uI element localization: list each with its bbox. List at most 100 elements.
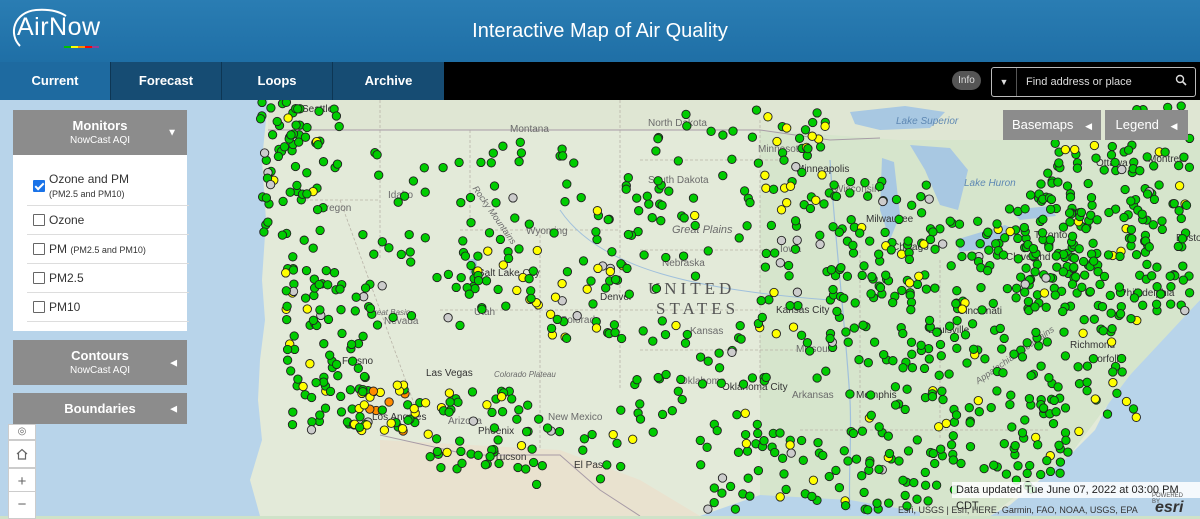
monitor-marker[interactable] <box>732 410 742 420</box>
monitor-marker[interactable] <box>761 248 771 259</box>
monitor-marker[interactable] <box>1085 286 1095 297</box>
monitor-marker[interactable] <box>1013 254 1023 264</box>
monitor-marker[interactable] <box>372 320 383 330</box>
monitor-marker[interactable] <box>1142 152 1152 162</box>
monitor-marker[interactable] <box>986 402 996 413</box>
monitor-marker[interactable] <box>1106 150 1117 160</box>
monitor-marker[interactable] <box>1069 253 1080 263</box>
monitor-marker[interactable] <box>920 480 931 490</box>
monitor-marker[interactable] <box>1083 178 1093 189</box>
monitor-marker[interactable] <box>501 301 511 311</box>
monitor-marker[interactable] <box>1089 256 1099 266</box>
monitor-marker[interactable] <box>1088 354 1099 364</box>
monitor-marker[interactable] <box>1045 235 1055 245</box>
monitor-marker[interactable] <box>902 384 912 394</box>
monitor-marker[interactable] <box>733 447 744 457</box>
monitor-marker[interactable] <box>456 272 466 283</box>
monitor-marker[interactable] <box>779 155 789 165</box>
monitor-marker[interactable] <box>384 243 394 253</box>
monitor-marker[interactable] <box>932 327 942 337</box>
monitor-marker[interactable] <box>1054 158 1064 168</box>
monitor-marker[interactable] <box>1001 469 1012 479</box>
monitor-marker[interactable] <box>281 286 291 296</box>
monitor-marker[interactable] <box>874 422 884 432</box>
monitor-marker[interactable] <box>948 455 958 465</box>
monitor-marker[interactable] <box>912 279 923 290</box>
monitor-marker[interactable] <box>494 458 504 469</box>
monitor-marker[interactable] <box>377 281 387 291</box>
monitor-marker[interactable] <box>473 275 484 286</box>
monitor-marker[interactable] <box>690 271 701 281</box>
monitor-marker[interactable] <box>277 230 288 240</box>
monitor-marker[interactable] <box>392 380 402 390</box>
monitor-marker[interactable] <box>1120 184 1130 195</box>
monitor-marker[interactable] <box>1174 206 1184 216</box>
monitor-marker[interactable] <box>350 306 360 316</box>
checkbox-ozone-pm[interactable] <box>33 180 45 192</box>
monitor-marker[interactable] <box>848 248 859 258</box>
monitor-marker[interactable] <box>335 284 345 294</box>
monitor-marker[interactable] <box>900 490 910 501</box>
monitor-marker[interactable] <box>1126 225 1137 235</box>
monitor-marker[interactable] <box>857 471 867 481</box>
monitor-marker[interactable] <box>920 467 930 478</box>
monitor-marker[interactable] <box>828 284 838 295</box>
monitor-marker[interactable] <box>894 456 904 466</box>
monitor-marker[interactable] <box>924 194 934 204</box>
monitor-marker[interactable] <box>927 391 938 402</box>
monitor-marker[interactable] <box>336 407 347 417</box>
monitor-marker[interactable] <box>812 373 822 383</box>
monitor-marker[interactable] <box>770 447 780 458</box>
legend-button[interactable]: Legend ◀ <box>1105 110 1188 140</box>
monitor-marker[interactable] <box>680 338 691 348</box>
monitor-marker[interactable] <box>843 456 853 466</box>
monitor-marker[interactable] <box>924 354 934 364</box>
monitor-marker[interactable] <box>374 170 384 180</box>
monitor-marker[interactable] <box>333 371 343 381</box>
monitor-marker[interactable] <box>1065 192 1076 202</box>
monitor-marker[interactable] <box>592 206 603 216</box>
monitor-marker[interactable] <box>1017 428 1028 438</box>
monitor-marker[interactable] <box>336 391 346 402</box>
monitor-marker[interactable] <box>797 167 807 178</box>
monitor-marker[interactable] <box>545 309 556 319</box>
monitor-marker[interactable] <box>890 382 901 392</box>
monitor-marker[interactable] <box>1045 204 1056 214</box>
monitor-marker[interactable] <box>444 407 454 417</box>
monitor-marker[interactable] <box>741 438 752 449</box>
monitor-marker[interactable] <box>1119 212 1129 223</box>
monitor-marker[interactable] <box>753 428 763 439</box>
monitor-marker[interactable] <box>957 251 967 262</box>
monitor-marker[interactable] <box>355 412 365 422</box>
monitor-marker[interactable] <box>730 504 741 514</box>
monitor-marker[interactable] <box>527 444 537 454</box>
monitor-marker[interactable] <box>291 120 301 130</box>
monitor-marker[interactable] <box>1137 209 1147 219</box>
monitor-marker[interactable] <box>783 260 794 271</box>
monitor-marker[interactable] <box>257 100 267 108</box>
monitor-marker[interactable] <box>934 370 944 380</box>
monitor-marker[interactable] <box>377 237 387 247</box>
monitor-marker[interactable] <box>523 400 533 410</box>
monitor-marker[interactable] <box>1028 243 1039 254</box>
monitor-marker[interactable] <box>834 227 844 237</box>
monitor-marker[interactable] <box>697 379 708 389</box>
monitor-marker[interactable] <box>1030 267 1040 277</box>
monitor-marker[interactable] <box>954 219 965 229</box>
monitor-marker[interactable] <box>445 397 455 407</box>
monitor-marker[interactable] <box>820 121 830 131</box>
monitor-marker[interactable] <box>610 274 621 285</box>
monitor-marker[interactable] <box>955 238 965 248</box>
monitor-marker[interactable] <box>805 203 816 214</box>
monitor-marker[interactable] <box>651 283 662 294</box>
monitor-marker[interactable] <box>293 104 303 114</box>
monitor-marker[interactable] <box>738 379 749 389</box>
monitor-marker[interactable] <box>1072 163 1083 173</box>
monitor-marker[interactable] <box>1053 177 1063 187</box>
monitor-marker[interactable] <box>308 315 319 325</box>
monitor-marker[interactable] <box>808 117 818 128</box>
monitor-marker[interactable] <box>314 279 324 290</box>
monitor-marker[interactable] <box>306 425 317 435</box>
monitor-marker[interactable] <box>384 397 394 407</box>
monitor-marker[interactable] <box>282 301 292 311</box>
